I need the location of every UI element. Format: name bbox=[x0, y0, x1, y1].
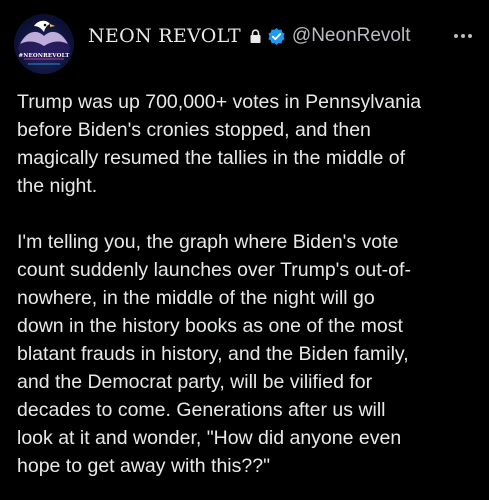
eagle-avatar-icon bbox=[18, 20, 70, 65]
tweet-card: #NEONREVOLT NEON REVOLT @NeonRevolt Trum… bbox=[0, 0, 489, 500]
avatar[interactable]: #NEONREVOLT bbox=[14, 14, 74, 74]
tweet-text: Trump was up 700,000+ votes in Pennsylva… bbox=[17, 88, 477, 480]
lock-icon bbox=[249, 28, 262, 44]
author-row: NEON REVOLT @NeonRevolt bbox=[88, 22, 411, 50]
avatar-label: #NEONREVOLT bbox=[18, 53, 70, 59]
verified-badge-icon bbox=[267, 27, 286, 46]
display-name[interactable]: NEON REVOLT bbox=[88, 25, 241, 47]
author-handle[interactable]: @NeonRevolt bbox=[292, 25, 411, 47]
tweet-header: #NEONREVOLT NEON REVOLT @NeonRevolt bbox=[14, 12, 478, 74]
tweet-paragraph: Trump was up 700,000+ votes in Pennsylva… bbox=[17, 91, 422, 197]
more-options-icon[interactable] bbox=[448, 26, 478, 46]
tweet-paragraph: I'm telling you, the graph where Biden's… bbox=[17, 231, 411, 477]
